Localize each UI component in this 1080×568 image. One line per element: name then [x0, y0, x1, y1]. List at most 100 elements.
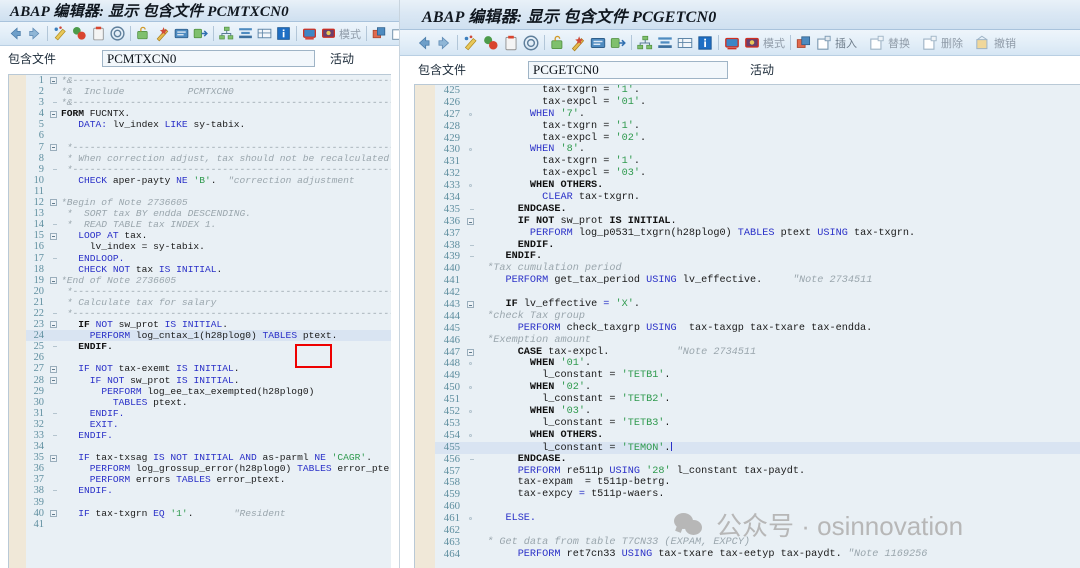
code-line[interactable]: 24 PERFORM log_cntax_1(h28plog0) TABLES … [26, 330, 391, 342]
navigate-icon[interactable] [609, 34, 627, 52]
back-arrow-icon[interactable] [7, 25, 24, 42]
code-line[interactable]: 449 l_constant = 'TETB1'. [435, 369, 1080, 382]
code-line[interactable]: 427 WHEN '7'. [435, 108, 1080, 121]
code-line[interactable]: 26 [26, 352, 391, 363]
undo-icon[interactable] [974, 34, 992, 52]
code-line[interactable]: 35 IF tax-txsag IS NOT INITIAL AND as-pa… [26, 452, 391, 463]
magic-wand-icon[interactable] [154, 25, 171, 42]
replace-button[interactable]: 替换 [867, 34, 912, 52]
table-icon[interactable] [256, 25, 273, 42]
code-line[interactable]: 16 lv_index = sy-tabix. [26, 241, 391, 252]
code-line[interactable]: 444 *check Tax group [435, 310, 1080, 323]
code-line[interactable]: 440 *Tax cumulation period [435, 262, 1080, 275]
code-line[interactable]: 18 CHECK NOT tax IS INITIAL. [26, 264, 391, 275]
code-line[interactable]: 30 TABLES ptext. [26, 397, 391, 408]
undo-button[interactable]: 撤销 [973, 34, 1018, 52]
code-line[interactable]: 36 PERFORM log_grossup_error(h28plog0) T… [26, 463, 391, 474]
code-line[interactable]: 25 ENDIF. [26, 341, 391, 352]
code-line[interactable]: 433 WHEN OTHERS. [435, 179, 1080, 192]
code-line[interactable]: 451 l_constant = 'TETB2'. [435, 393, 1080, 406]
code-editor-left[interactable]: 1 *&-------------------------------------… [8, 74, 391, 568]
code-editor-right[interactable]: 425 tax-txgrn = '1'. 426 tax-expcl = '01'… [414, 84, 1080, 568]
code-line[interactable]: 462 [435, 524, 1080, 537]
code-line[interactable]: 38 ENDIF. [26, 485, 391, 496]
code-line[interactable]: 425 tax-txgrn = '1'. [435, 85, 1080, 97]
code-line[interactable]: 458 tax-expam = t511p-betrg. [435, 476, 1080, 489]
align-icon[interactable] [656, 34, 674, 52]
code-line[interactable]: 443 IF lv_effective = 'X'. [435, 298, 1080, 311]
wand-pencil-icon[interactable] [462, 34, 480, 52]
at-spiral-icon[interactable] [522, 34, 540, 52]
info-icon[interactable] [696, 34, 714, 52]
code-line[interactable]: 3 *&-------------------------------------… [26, 97, 391, 108]
code-line[interactable]: 430 WHEN '8'. [435, 144, 1080, 156]
include-file-input[interactable] [528, 60, 729, 79]
code-line[interactable]: 2 *& Include PCMTXCN0 [26, 86, 391, 97]
code-line[interactable]: 441 PERFORM get_tax_period USING lv_effe… [435, 274, 1080, 287]
clipboard-icon[interactable] [502, 34, 520, 52]
code-line[interactable]: 29 PERFORM log_ee_tax_exempted(h28plog0) [26, 386, 391, 397]
code-line[interactable]: 455 l_constant = 'TEMON'. [435, 441, 1080, 454]
code-line[interactable]: 457 PERFORM re511p USING '28' l_constant… [435, 465, 1080, 478]
code-line[interactable]: 8 * When correction adjust, tax should n… [26, 153, 391, 164]
wand-pencil-icon[interactable] [52, 25, 69, 42]
code-line[interactable]: 19 *End of Note 2736605 [26, 275, 391, 286]
clipboard-icon[interactable] [90, 25, 107, 42]
code-line[interactable]: 10 CHECK aper-payty NE 'B'. "correction … [26, 175, 391, 186]
code-lines-container[interactable]: 425 tax-txgrn = '1'. 426 tax-expcl = '01'… [435, 85, 1080, 568]
code-line[interactable]: 1 *&-------------------------------------… [26, 75, 391, 86]
code-line[interactable]: 428 tax-txgrn = '1'. [435, 120, 1080, 133]
code-line[interactable]: 446 *Exemption amount [435, 334, 1080, 347]
code-line[interactable]: 442 [435, 286, 1080, 299]
code-line[interactable]: 448 WHEN '01'. [435, 358, 1080, 370]
magic-wand-icon[interactable] [569, 34, 587, 52]
code-line[interactable]: 452 WHEN '03'. [435, 405, 1080, 418]
delete-icon[interactable] [921, 34, 939, 52]
code-line[interactable]: 434 CLEAR tax-txgrn. [435, 191, 1080, 204]
code-line[interactable]: 438 ENDIF. [435, 239, 1080, 252]
at-spiral-icon[interactable] [109, 25, 126, 42]
code-line[interactable]: 460 [435, 500, 1080, 513]
code-line[interactable]: 6 [26, 130, 391, 141]
forward-arrow-icon[interactable] [26, 25, 43, 42]
code-line[interactable]: 13 * SORT tax BY endda DESCENDING. [26, 208, 391, 219]
code-line[interactable]: 28 IF NOT sw_prot IS INITIAL. [26, 375, 391, 386]
breakpoint-icon[interactable] [71, 25, 88, 42]
code-line[interactable]: 435 ENDCASE. [435, 203, 1080, 216]
insert-button[interactable]: 插入 [814, 34, 859, 52]
pattern-icon[interactable] [795, 34, 813, 52]
code-line[interactable]: 20 *------------------------------------… [26, 286, 391, 297]
code-line[interactable]: 432 tax-expcl = '03'. [435, 167, 1080, 180]
code-line[interactable]: 15 LOOP AT tax. [26, 230, 391, 241]
code-line[interactable]: 41 [26, 519, 391, 530]
code-line[interactable]: 11 [26, 186, 391, 197]
code-line[interactable]: 453 l_constant = 'TETB3'. [435, 417, 1080, 430]
check-display-icon[interactable] [723, 34, 741, 52]
code-line[interactable]: 33 ENDIF. [26, 430, 391, 441]
pattern-icon[interactable] [371, 25, 388, 42]
code-line[interactable]: 450 WHEN '02'. [435, 381, 1080, 394]
code-line[interactable]: 17 ENDLOOP. [26, 253, 391, 264]
code-line[interactable]: 27 IF NOT tax-exemt IS INITIAL. [26, 363, 391, 374]
code-line[interactable]: 40 IF tax-txgrn EQ '1'. "Resident [26, 508, 391, 519]
check-user-icon[interactable] [743, 34, 761, 52]
code-line[interactable]: 4 FORM FUCNTX. [26, 108, 391, 119]
info-icon[interactable] [275, 25, 292, 42]
check-user-icon[interactable] [320, 25, 337, 42]
code-line[interactable]: 463 * Get data from table T7CN33 (EXPAM,… [435, 536, 1080, 549]
code-line[interactable]: 7 *-------------------------------------… [26, 142, 391, 153]
code-lines-container[interactable]: 1 *&-------------------------------------… [26, 75, 391, 568]
display-object-icon[interactable] [173, 25, 190, 42]
check-display-icon[interactable] [301, 25, 318, 42]
code-line[interactable]: 445 PERFORM check_taxgrp USING tax-taxgp… [435, 322, 1080, 335]
code-line[interactable]: 23 IF NOT sw_prot IS INITIAL. [26, 319, 391, 330]
code-line[interactable]: 436 IF NOT sw_prot IS INITIAL. [435, 215, 1080, 228]
code-line[interactable]: 9 *-------------------------------------… [26, 164, 391, 175]
hierarchy-icon[interactable] [218, 25, 235, 42]
code-line[interactable]: 456 ENDCASE. [435, 453, 1080, 466]
insert-icon[interactable] [815, 34, 833, 52]
code-line[interactable]: 5 DATA: lv_index LIKE sy-tabix. [26, 119, 391, 130]
code-line[interactable]: 34 [26, 441, 391, 452]
breakpoint-icon[interactable] [482, 34, 500, 52]
delete-button[interactable]: 删除 [920, 34, 965, 52]
